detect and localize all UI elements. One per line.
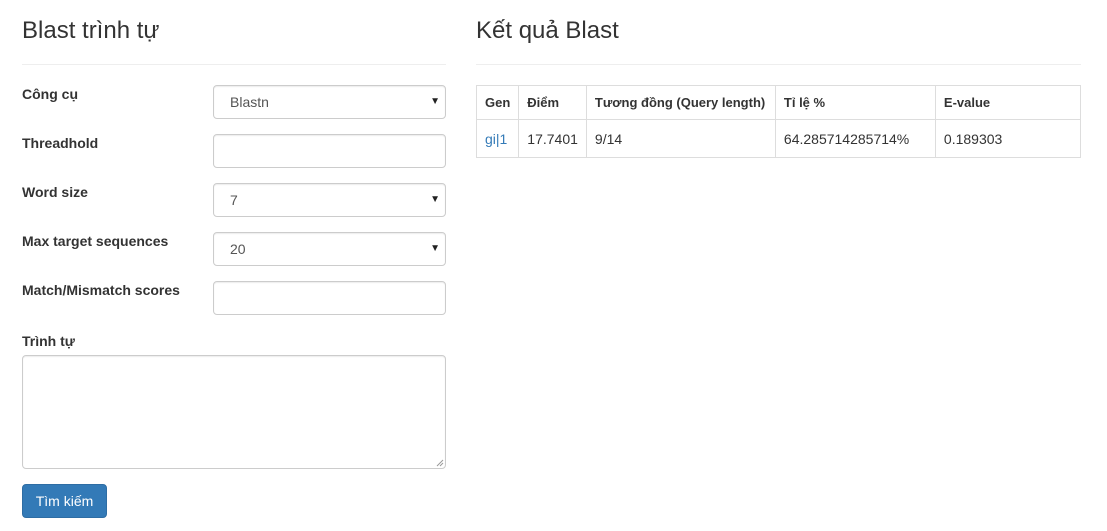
cell-percent: 64.285714285714% bbox=[774, 119, 936, 158]
col-header-percent: Tỉ lệ % bbox=[774, 85, 936, 120]
table-row: gi|1 17.7401 9/14 64.285714285714% 0.189… bbox=[475, 119, 1082, 158]
cell-evalue: 0.189303 bbox=[934, 119, 1082, 158]
tool-row: Công cụ Blastn ▼ bbox=[22, 85, 446, 119]
col-header-score: Điểm bbox=[518, 85, 587, 120]
max-target-row: Max target sequences 20 ▼ bbox=[22, 232, 446, 266]
max-target-label: Max target sequences bbox=[22, 233, 169, 249]
word-size-select[interactable]: 7 ▼ bbox=[213, 183, 446, 217]
results-title-divider bbox=[476, 64, 1081, 65]
search-button[interactable]: Tìm kiếm bbox=[22, 484, 107, 518]
col-header-gen: Gen bbox=[475, 85, 520, 120]
table-header-row: Gen Điểm Tương đồng (Query length) Tỉ lệ… bbox=[475, 85, 1082, 120]
cell-gen: gi|1 bbox=[475, 119, 520, 158]
col-header-evalue: E-value bbox=[934, 85, 1082, 120]
form-title-divider bbox=[22, 64, 446, 65]
word-size-select-value: 7 bbox=[230, 192, 238, 208]
max-target-select-value: 20 bbox=[230, 241, 246, 257]
match-mismatch-row: Match/Mismatch scores bbox=[22, 281, 446, 315]
chevron-down-icon: ▼ bbox=[430, 96, 440, 107]
sequence-label: Trình tự bbox=[22, 333, 75, 349]
chevron-down-icon: ▼ bbox=[430, 243, 440, 254]
threshold-label: Threadhold bbox=[22, 135, 99, 151]
cell-identity: 9/14 bbox=[585, 119, 776, 158]
blast-form-title: Blast trình tự bbox=[22, 17, 160, 44]
word-size-label: Word size bbox=[22, 184, 88, 200]
resize-grip-icon[interactable] bbox=[436, 459, 444, 467]
tool-label: Công cụ bbox=[22, 86, 78, 102]
match-mismatch-label: Match/Mismatch scores bbox=[22, 282, 180, 298]
results-table: Gen Điểm Tương đồng (Query length) Tỉ lệ… bbox=[475, 85, 1082, 158]
col-header-identity: Tương đồng (Query length) bbox=[585, 85, 776, 120]
cell-score: 17.7401 bbox=[518, 119, 587, 158]
max-target-select[interactable]: 20 ▼ bbox=[213, 232, 446, 266]
chevron-down-icon: ▼ bbox=[430, 194, 440, 205]
word-size-row: Word size 7 ▼ bbox=[22, 183, 446, 217]
tool-select-value: Blastn bbox=[230, 94, 269, 110]
blast-results-title: Kết quả Blast bbox=[476, 17, 619, 44]
sequence-textarea[interactable] bbox=[22, 355, 446, 469]
threshold-row: Threadhold bbox=[22, 134, 446, 168]
threshold-input[interactable] bbox=[213, 134, 446, 168]
gen-link[interactable]: gi|1 bbox=[485, 131, 507, 147]
match-mismatch-input[interactable] bbox=[213, 281, 446, 315]
tool-select[interactable]: Blastn ▼ bbox=[213, 85, 446, 119]
